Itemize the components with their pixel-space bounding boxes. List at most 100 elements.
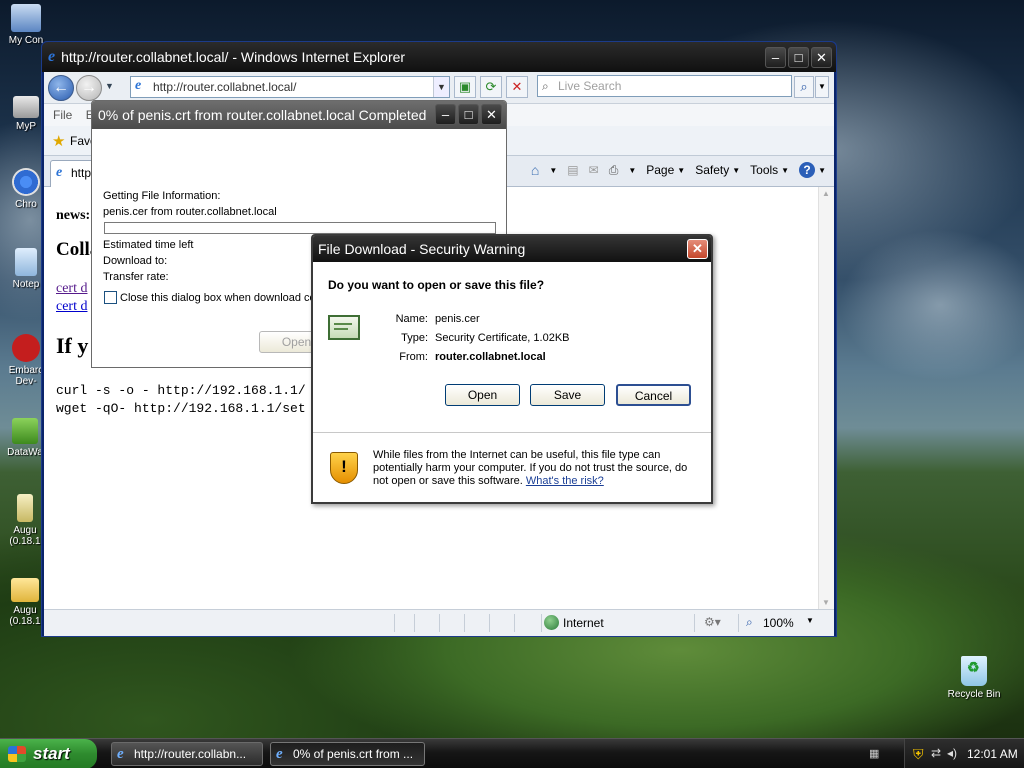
print-icon[interactable]: ⎙	[609, 163, 619, 178]
ie-icon: e	[276, 746, 283, 762]
cert-link-1[interactable]: cert d	[56, 281, 87, 297]
name-value: penis.cer	[435, 313, 480, 325]
forward-button[interactable]: →	[76, 75, 102, 101]
chevron-down-icon: ▼	[818, 165, 826, 175]
type-value: Security Certificate, 1.02KB	[435, 332, 570, 344]
system-tray: ⛨ ⇄ ◂) 12:01 AM	[904, 739, 1024, 768]
feeds-icon[interactable]: ▤	[567, 163, 578, 177]
vertical-scrollbar[interactable]: ▲ ▼	[818, 187, 834, 609]
security-warning-bottom: ! While files from the Internet can be u…	[313, 432, 711, 502]
chevron-down-icon: ▼	[732, 165, 741, 175]
scroll-down-icon[interactable]: ▼	[822, 598, 830, 607]
save-button[interactable]: Save	[530, 384, 605, 406]
security-warning-title-bar[interactable]: File Download - Security Warning ✕	[313, 236, 711, 262]
print-dropdown-icon[interactable]: ▼	[628, 166, 636, 175]
ie-icon: e	[117, 746, 124, 762]
desktop-icon-recycle-bin[interactable]: ♻ Recycle Bin	[942, 656, 1006, 700]
home-dropdown-icon[interactable]: ▼	[549, 166, 557, 175]
taskbar: start e http://router.collabn... e 0% of…	[0, 738, 1024, 768]
ie-title-bar[interactable]: e http://router.collabnet.local/ - Windo…	[42, 42, 836, 72]
help-icon: ?	[799, 162, 816, 178]
download-progress-bar	[104, 222, 496, 234]
taskbar-button-download[interactable]: e 0% of penis.crt from ...	[270, 742, 425, 766]
chevron-down-icon: ▼	[781, 165, 790, 175]
type-label: Type:	[401, 332, 428, 344]
estimated-time-label: Estimated time left	[103, 239, 194, 251]
minimize-button[interactable]: –	[435, 104, 456, 125]
security-warning-top: Do you want to open or save this file? N…	[313, 262, 711, 432]
name-label: Name:	[395, 313, 428, 325]
maximize-button[interactable]: □	[458, 104, 479, 125]
risk-link[interactable]: What's the risk?	[526, 475, 604, 487]
history-dropdown-icon[interactable]: ▼	[105, 81, 114, 91]
favorites-star-icon: ★	[52, 133, 66, 150]
security-warning-dialog: File Download - Security Warning ✕ Do yo…	[311, 234, 713, 504]
close-when-done-checkbox[interactable]	[104, 291, 117, 304]
tools-menu[interactable]: Tools ▼	[750, 163, 789, 177]
mail-icon[interactable]: ✉	[589, 163, 599, 177]
refresh-icon[interactable]: ⟳	[480, 76, 502, 98]
ie-icon: e	[48, 48, 56, 65]
recycle-bin-icon: ♻	[961, 656, 987, 686]
keyboard-icon[interactable]: ▦	[869, 747, 879, 760]
tab-ie-icon: e	[56, 165, 63, 180]
desktop-icon-myp[interactable]: MyP	[6, 96, 46, 132]
maximize-button[interactable]: □	[788, 47, 809, 68]
page-icon: e	[135, 78, 142, 93]
notepad-icon	[15, 248, 37, 276]
status-bar: Internet ⚙▾ ⌕ 100% ▼	[44, 609, 834, 636]
app-icon	[13, 96, 39, 118]
scroll-up-icon[interactable]: ▲	[822, 189, 830, 198]
search-input[interactable]: ⌕ Live Search	[537, 75, 792, 97]
volume-icon[interactable]: ◂)	[947, 746, 957, 760]
clock[interactable]: 12:01 AM	[967, 747, 1018, 761]
zoom-dropdown-icon[interactable]: ▼	[806, 616, 814, 625]
compat-icon[interactable]: ▣	[454, 76, 476, 98]
cert-link-2[interactable]: cert d	[56, 299, 87, 315]
from-label: From:	[399, 351, 428, 363]
question-text: Do you want to open or save this file?	[328, 278, 545, 292]
address-text: http://router.collabnet.local/	[153, 80, 297, 94]
download-progress-title-bar[interactable]: 0% of penis.crt from router.collabnet.lo…	[92, 101, 506, 129]
stop-icon[interactable]: ✕	[506, 76, 528, 98]
safety-menu[interactable]: Safety ▼	[695, 163, 740, 177]
address-dropdown-icon[interactable]: ▼	[433, 77, 449, 97]
close-button[interactable]: ✕	[481, 104, 502, 125]
computer-icon	[11, 4, 41, 32]
getting-info-label: Getting File Information:	[103, 190, 221, 202]
zoom-level[interactable]: 100%	[763, 616, 794, 630]
address-bar[interactable]: e http://router.collabnet.local/ ▼	[130, 76, 450, 98]
close-button[interactable]: ✕	[687, 239, 708, 259]
close-button[interactable]: ✕	[811, 47, 832, 68]
search-icon: ⌕	[542, 79, 549, 93]
page-menu[interactable]: Page ▼	[646, 163, 685, 177]
start-button[interactable]: start	[0, 739, 97, 768]
taskbar-button-ie[interactable]: e http://router.collabn...	[111, 742, 263, 766]
search-go-icon[interactable]: ⌕	[794, 76, 814, 98]
command-bar: ⌂ ▼ ▤ ✉ ⎙ ▼ Page ▼ Safety ▼ Tools ▼ ? ▼	[531, 162, 826, 178]
home-icon[interactable]: ⌂	[531, 162, 539, 178]
archive-icon	[17, 494, 33, 522]
help-menu[interactable]: ? ▼	[799, 162, 826, 178]
protected-mode-icon[interactable]: ⚙▾	[704, 615, 721, 629]
network-icon[interactable]: ⇄	[931, 746, 941, 760]
cancel-button[interactable]: Cancel	[616, 384, 691, 406]
globe-icon	[544, 615, 559, 630]
chrome-icon	[12, 168, 40, 196]
back-button[interactable]: ←	[48, 75, 74, 101]
certificate-icon	[328, 315, 360, 340]
warning-text: While files from the Internet can be use…	[373, 449, 688, 487]
desktop-icon-my-computer[interactable]: My Con	[6, 4, 46, 46]
menu-file[interactable]: File	[53, 108, 72, 122]
close-when-done-label: Close this dialog box when download cor	[120, 292, 320, 304]
security-warning-title: File Download - Security Warning	[318, 241, 526, 257]
minimize-button[interactable]: –	[765, 47, 786, 68]
news-label: news:	[56, 208, 91, 223]
desktop-icon-chrome[interactable]: Chro	[6, 168, 46, 210]
search-options-icon[interactable]: ▼	[815, 76, 829, 98]
open-button[interactable]: Open	[445, 384, 520, 406]
embarcadero-icon	[12, 334, 40, 362]
security-shield-icon[interactable]: ⛨	[913, 746, 924, 763]
desktop-icon-notepad[interactable]: Notep	[6, 248, 46, 290]
app-icon	[12, 418, 38, 444]
